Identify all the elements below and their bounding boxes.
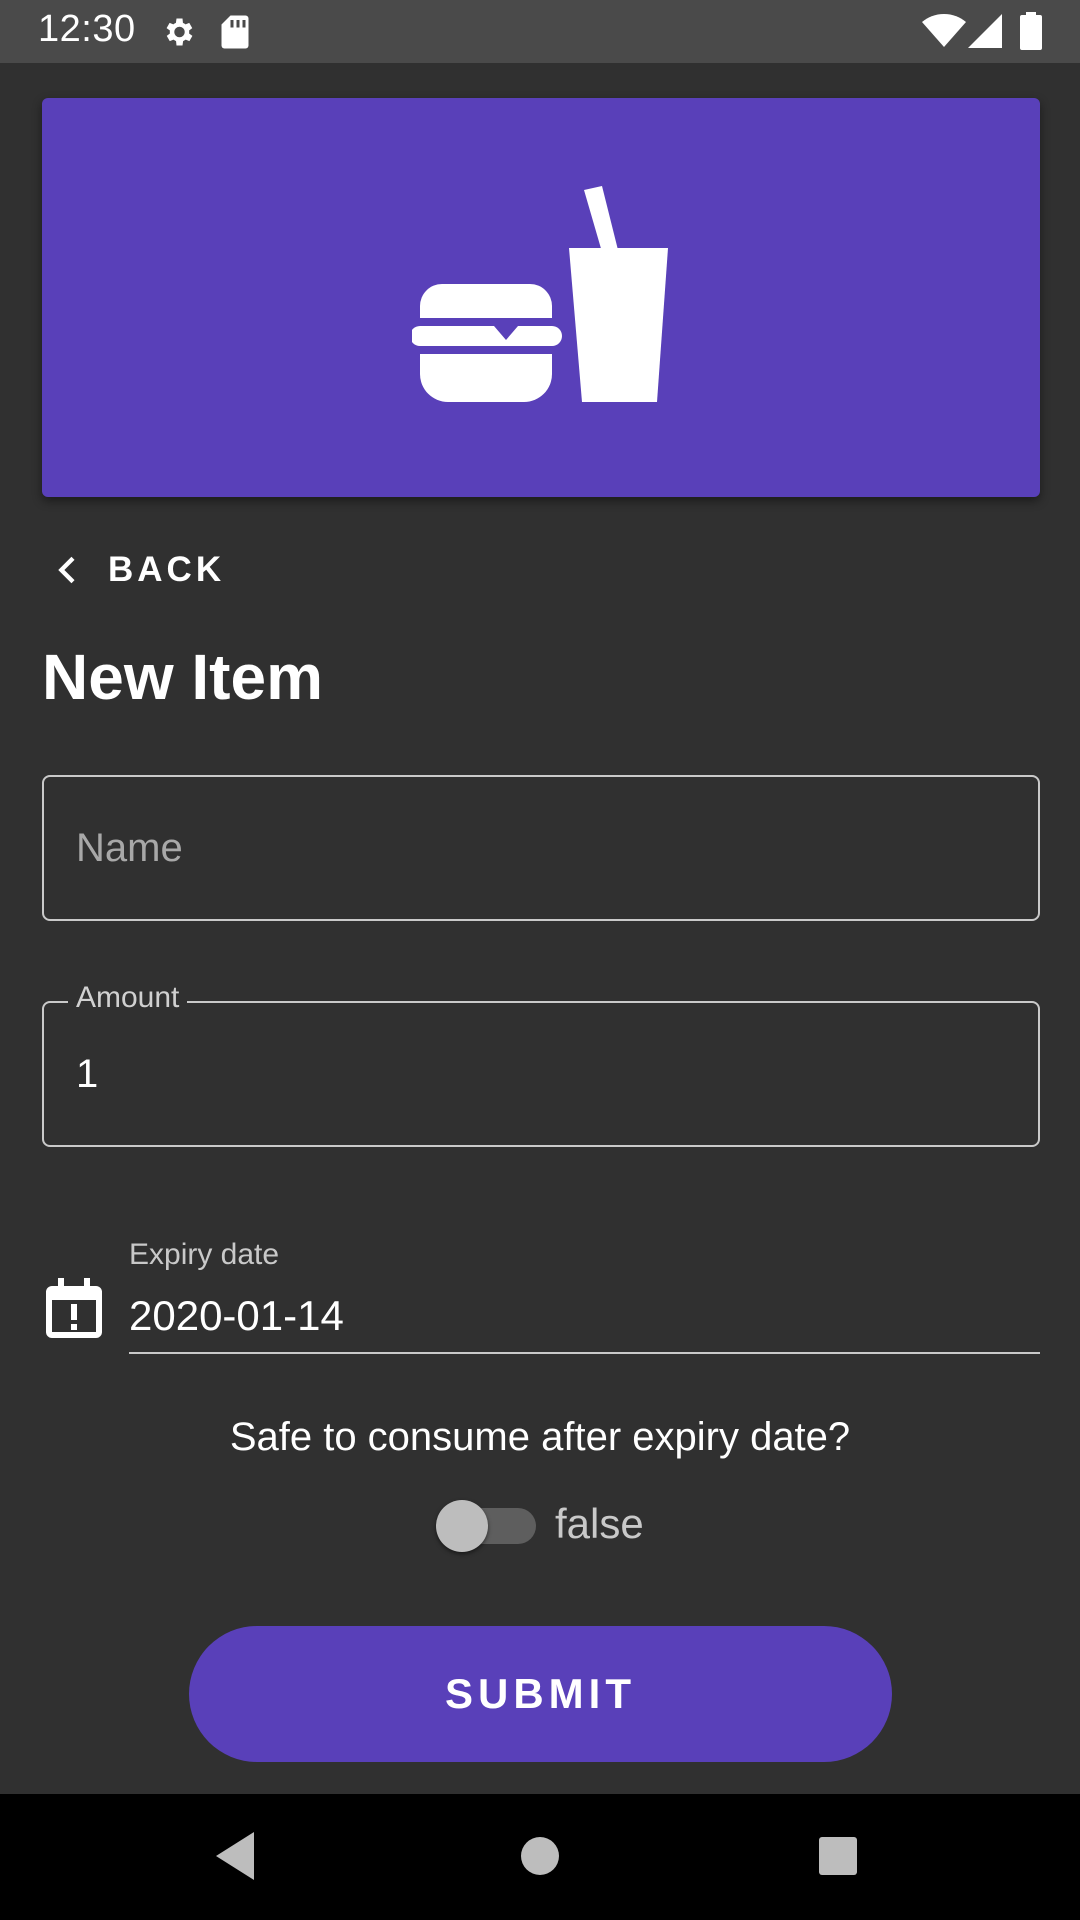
gear-icon	[166, 18, 193, 46]
battery-icon	[1020, 12, 1042, 50]
signal-icon	[968, 14, 1002, 48]
back-label: BACK	[108, 550, 226, 589]
back-button[interactable]: BACK	[42, 540, 232, 600]
status-bar: 12:30	[0, 0, 1080, 63]
toggle-thumb	[436, 1500, 488, 1552]
safe-after-expiry-toggle[interactable]	[434, 1498, 538, 1554]
sd-card-icon	[221, 15, 249, 49]
burger-drink-icon	[412, 186, 668, 402]
chevron-left-icon	[58, 556, 75, 584]
nav-home-icon[interactable]	[520, 1836, 560, 1876]
calendar-alert-icon[interactable]	[46, 1278, 102, 1338]
submit-button[interactable]: SUBMIT	[189, 1626, 892, 1762]
hero-banner	[42, 98, 1040, 497]
safe-after-expiry-question: Safe to consume after expiry date?	[229, 1415, 851, 1459]
nav-back-icon[interactable]	[214, 1830, 262, 1882]
status-time: 12:30	[38, 8, 136, 50]
toggle-value-label: false	[555, 1500, 644, 1547]
expiry-date-label: Expiry date	[129, 1238, 280, 1271]
name-field	[42, 775, 1040, 921]
page-title: New Item	[42, 641, 323, 713]
system-nav-bar	[0, 1794, 1080, 1920]
name-input[interactable]	[74, 777, 1004, 919]
amount-field: Amount	[42, 981, 1040, 1147]
expiry-date-input[interactable]	[129, 1280, 1040, 1354]
nav-recent-icon[interactable]	[818, 1836, 858, 1876]
wifi-icon	[922, 14, 966, 47]
amount-input[interactable]	[74, 1003, 1004, 1145]
